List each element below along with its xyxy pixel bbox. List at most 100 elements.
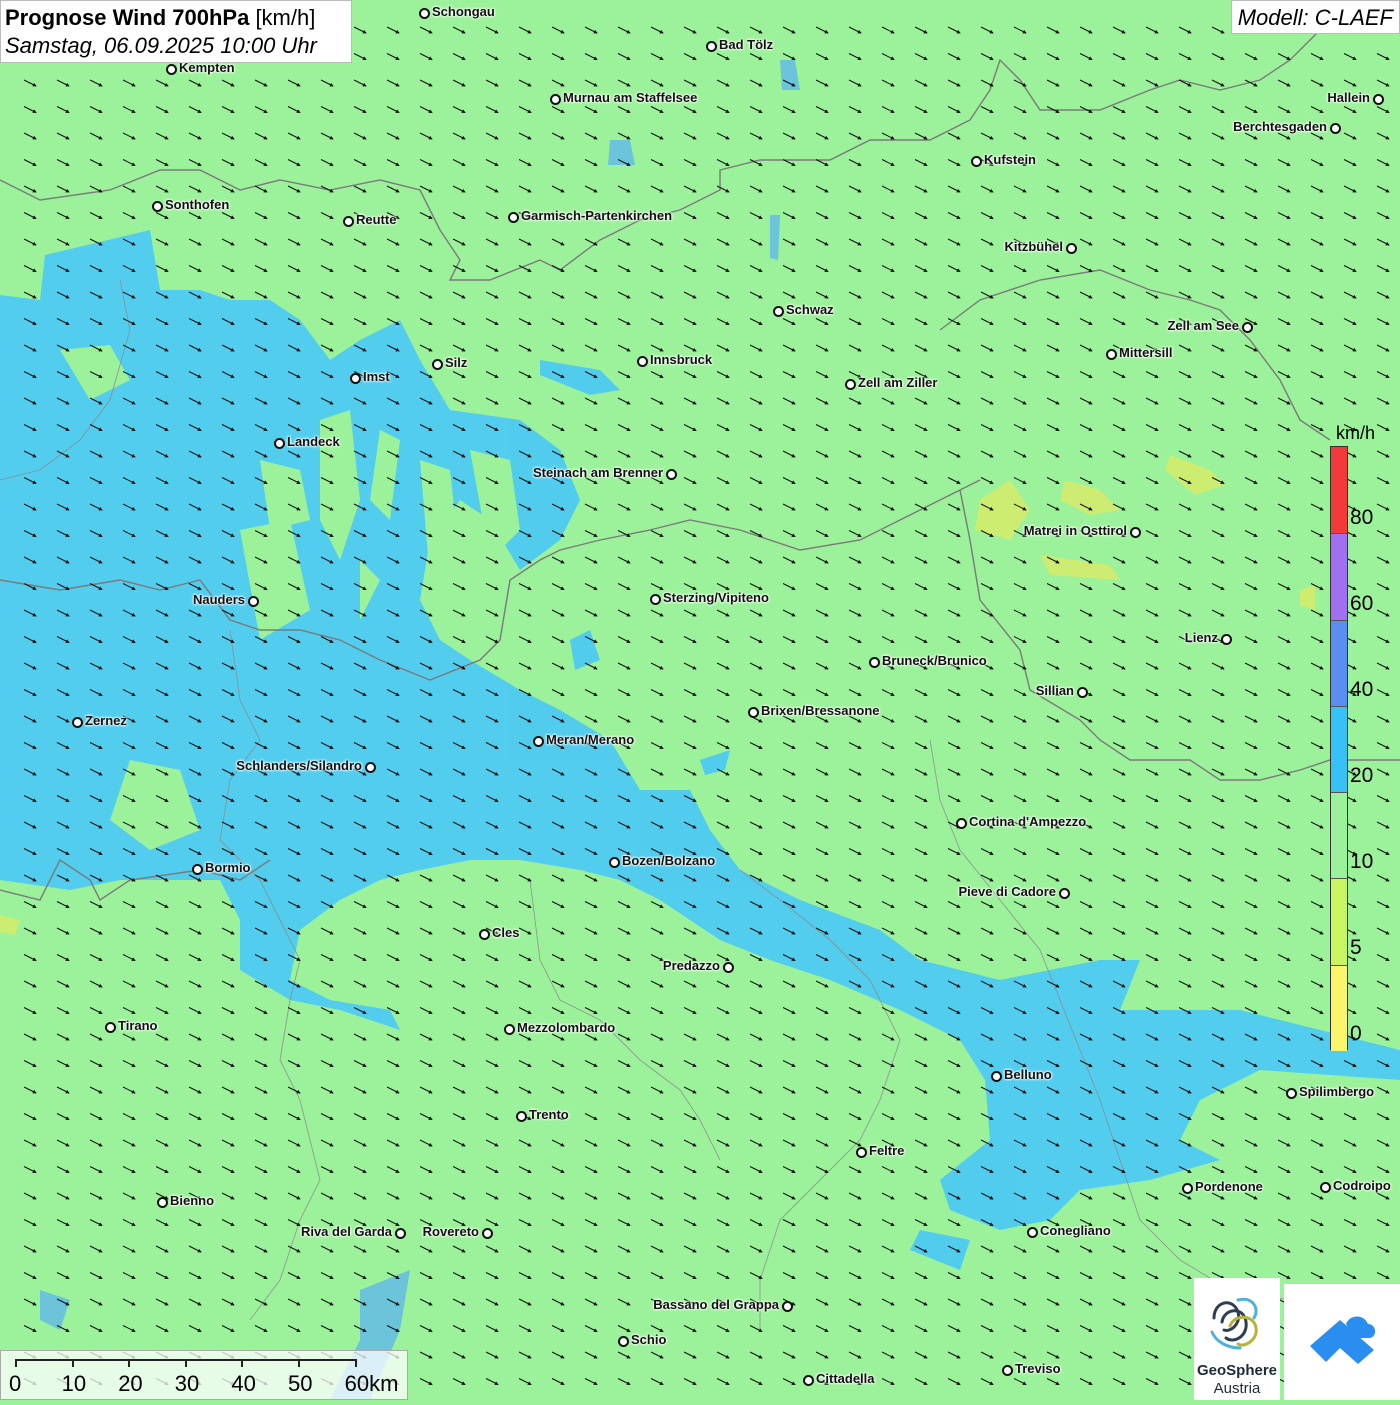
city-label: Sillian — [1035, 683, 1074, 698]
city-label: Conegliano — [1040, 1223, 1111, 1238]
city-marker — [845, 379, 856, 390]
city-marker — [956, 818, 967, 829]
scale-label: 50 — [288, 1371, 313, 1396]
city-label: Innsbruck — [650, 352, 713, 367]
city-label: Zell am Ziller — [858, 375, 938, 390]
title-main: Prognose Wind 700hPa — [5, 5, 250, 30]
city-label: Mittersill — [1119, 345, 1173, 360]
city-marker — [1330, 123, 1341, 134]
city-marker — [105, 1022, 116, 1033]
city-marker — [1027, 1227, 1038, 1238]
city-label: Bozen/Bolzano — [622, 853, 716, 868]
city-label: Reutte — [356, 212, 397, 227]
city-label: Kitzbühel — [1004, 239, 1064, 254]
city-label: Belluno — [1004, 1067, 1052, 1082]
city-label: Hallein — [1327, 90, 1370, 105]
app-logo — [1284, 1284, 1400, 1400]
city-label: Berchtesgaden — [1233, 119, 1327, 134]
city-label: Schwaz — [786, 302, 834, 317]
city-marker — [1182, 1183, 1193, 1194]
scale-tick — [15, 1359, 17, 1367]
city-label: Kufstein — [984, 152, 1036, 167]
color-legend: km/h 80 60 40 20 10 5 0 — [1320, 420, 1390, 1060]
city-marker — [350, 373, 361, 384]
city-marker — [803, 1375, 814, 1386]
scale-tick — [184, 1359, 187, 1367]
city-label: Spilimbergo — [1299, 1084, 1375, 1099]
city-label: Codroipo — [1333, 1178, 1391, 1193]
city-marker — [1002, 1365, 1013, 1376]
city-label: Pordenone — [1195, 1179, 1263, 1194]
city-marker — [723, 962, 734, 973]
legend-color-step — [1331, 705, 1347, 793]
scale-tick — [71, 1359, 74, 1367]
city-marker — [72, 717, 83, 728]
city-marker — [782, 1301, 793, 1312]
legend-label: 80 — [1350, 506, 1374, 529]
city-label: Pieve di Cadore — [958, 884, 1056, 899]
scale-label: 20 — [118, 1371, 143, 1396]
city-label: Riva del Garda — [300, 1224, 392, 1239]
city-marker — [192, 864, 203, 875]
city-marker — [1320, 1182, 1331, 1193]
city-marker — [516, 1111, 527, 1122]
city-label: Mezzolombardo — [517, 1020, 616, 1035]
city-label: Brixen/Bressanone — [761, 703, 880, 718]
scale-label: 60km — [344, 1371, 399, 1396]
forecast-datetime: Samstag, 06.09.2025 10:00 Uhr — [5, 33, 317, 58]
city-label: Kempten — [179, 60, 235, 75]
scale-tick — [241, 1359, 244, 1367]
city-label: Cittadella — [816, 1371, 875, 1386]
legend-bar — [1330, 446, 1348, 1051]
scale-bar: 0 10 20 30 40 50 60km — [0, 1350, 408, 1400]
city-label: Meran/Merano — [546, 732, 635, 747]
model-label: Modell: C-LAEF — [1230, 0, 1400, 34]
city-marker — [248, 596, 259, 607]
city-marker — [637, 356, 648, 367]
scale-tick — [298, 1359, 300, 1367]
city-marker — [773, 306, 784, 317]
logo-name-2: Austria — [1213, 1380, 1261, 1397]
city-label: Bormio — [205, 860, 251, 875]
city-marker — [479, 929, 490, 940]
city-label: Bienno — [170, 1193, 215, 1208]
city-marker — [856, 1147, 867, 1158]
city-marker — [971, 156, 982, 167]
legend-label: 0 — [1350, 1022, 1362, 1045]
city-marker — [706, 41, 717, 52]
city-marker — [343, 216, 354, 227]
city-label: Trento — [529, 1107, 569, 1122]
legend-label: 60 — [1350, 592, 1374, 615]
city-marker — [1066, 243, 1077, 254]
city-label: Cles — [492, 925, 520, 940]
legend-label: 5 — [1350, 936, 1362, 959]
city-label: Treviso — [1015, 1361, 1061, 1376]
city-label: Schio — [631, 1332, 667, 1347]
city-marker — [1221, 634, 1232, 645]
scale-label: 10 — [61, 1371, 87, 1396]
city-label: Schongau — [432, 4, 495, 19]
city-label: Silz — [445, 355, 468, 370]
scale-tick — [354, 1359, 357, 1367]
city-label: Matrei in Osttirol — [1023, 523, 1127, 538]
scale-label: 30 — [174, 1371, 200, 1396]
city-label: Rovereto — [422, 1224, 479, 1239]
city-marker — [419, 8, 430, 19]
city-label: Zell am See — [1167, 318, 1239, 333]
city-marker — [650, 594, 661, 605]
city-label: Lienz — [1184, 630, 1218, 645]
city-marker — [1242, 322, 1253, 333]
city-marker — [1130, 527, 1141, 538]
legend-color-step — [1331, 792, 1347, 879]
city-marker — [869, 657, 880, 668]
legend-unit: km/h — [1336, 423, 1376, 443]
city-label: Murnau am Staffelsee — [563, 90, 698, 105]
city-marker — [395, 1228, 406, 1239]
city-marker — [550, 94, 561, 105]
city-marker — [609, 857, 620, 868]
city-label: Feltre — [869, 1143, 905, 1158]
city-label: Cortina d'Ampezzo — [969, 814, 1087, 829]
scale-tick — [128, 1359, 131, 1367]
city-label: Sterzing/Vipiteno — [663, 590, 769, 605]
city-label: Predazzo — [662, 958, 720, 973]
